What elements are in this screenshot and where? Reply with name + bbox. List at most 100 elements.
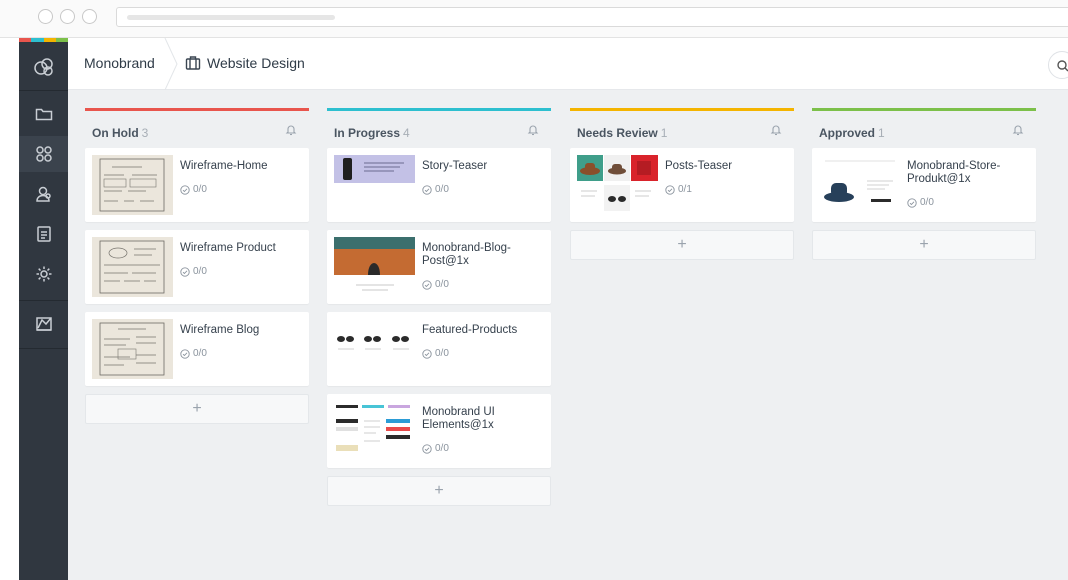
sidebar-item-reports[interactable] <box>19 306 68 342</box>
column-on-hold: On Hold 3 Wireframe-Home 0/0 Wireframe Pr… <box>85 108 309 424</box>
sidebar-divider <box>19 300 68 301</box>
sidebar-item-team[interactable] <box>19 176 68 212</box>
column-header: Needs Review 1 <box>570 108 794 148</box>
tasks-icon <box>36 226 51 242</box>
card-checklist: 0/0 <box>422 184 449 195</box>
bell-icon[interactable] <box>770 124 782 136</box>
window-maximize-button[interactable] <box>82 9 97 24</box>
check-circle-icon <box>422 184 432 195</box>
column-count: 4 <box>403 126 410 140</box>
boards-grid-icon <box>35 146 52 162</box>
add-card-button[interactable]: + <box>570 230 794 260</box>
briefcase-icon <box>185 56 201 70</box>
users-icon <box>35 186 51 202</box>
check-circle-icon <box>180 266 190 277</box>
blog-post-thumbnail <box>334 237 415 297</box>
sidebar-item-settings[interactable] <box>19 256 68 292</box>
sidebar-item-projects[interactable] <box>19 96 68 132</box>
address-bar-placeholder <box>127 15 335 20</box>
card-title: Wireframe Blog <box>180 324 260 336</box>
posts-teaser-thumbnail <box>577 155 658 215</box>
column-title: Approved 1 <box>819 126 885 140</box>
task-card[interactable]: Monobrand UI Elements@1x 0/0 <box>327 394 551 468</box>
gear-icon <box>36 266 51 282</box>
card-title: Wireframe-Home <box>180 160 268 172</box>
task-card[interactable]: Posts-Teaser 0/1 <box>570 148 794 222</box>
folder-icon <box>35 108 52 121</box>
check-circle-icon <box>180 184 190 195</box>
card-checklist: 0/0 <box>907 197 934 208</box>
address-bar[interactable] <box>116 7 1068 27</box>
task-card[interactable]: Monobrand-Store-Produkt@1x 0/0 <box>812 148 1036 222</box>
card-checklist: 0/0 <box>180 348 207 359</box>
window-minimize-button[interactable] <box>60 9 75 24</box>
check-circle-icon <box>907 197 917 208</box>
sidebar <box>19 38 68 580</box>
task-card[interactable]: Story-Teaser 0/0 <box>327 148 551 222</box>
column-title: On Hold 3 <box>92 126 149 140</box>
column-title: In Progress 4 <box>334 126 410 140</box>
card-title: Posts-Teaser <box>665 160 733 172</box>
card-checklist: 0/0 <box>422 443 449 454</box>
add-card-button[interactable]: + <box>85 394 309 424</box>
check-circle-icon <box>422 279 432 290</box>
reports-icon <box>35 317 52 331</box>
check-circle-icon <box>422 348 432 359</box>
bell-icon[interactable] <box>527 124 539 136</box>
card-title: Monobrand UI Elements@1x <box>422 406 495 431</box>
column-header: In Progress 4 <box>327 108 551 148</box>
add-card-button[interactable]: + <box>812 230 1036 260</box>
sketch-thumbnail <box>92 237 173 297</box>
column-header: Approved 1 <box>812 108 1036 148</box>
sketch-thumbnail <box>92 155 173 215</box>
sidebar-item-tasks[interactable] <box>19 216 68 252</box>
sidebar-accent-bar <box>19 38 68 42</box>
sidebar-divider <box>19 348 68 349</box>
column-title: Needs Review 1 <box>577 126 668 140</box>
top-header: Monobrand Website Design <box>68 38 1068 90</box>
column-needs-review: Needs Review 1 Posts-Teaser 0/1 + <box>570 108 794 260</box>
column-header: On Hold 3 <box>85 108 309 148</box>
search-icon <box>1057 60 1068 72</box>
story-teaser-thumbnail <box>334 155 415 183</box>
task-card[interactable]: Monobrand-Blog-Post@1x 0/0 <box>327 230 551 304</box>
column-count: 1 <box>878 126 885 140</box>
featured-products-thumbnail <box>334 319 415 379</box>
card-title: Monobrand-Blog-Post@1x <box>422 242 511 267</box>
breadcrumb-project[interactable]: Website Design <box>207 55 305 71</box>
task-card[interactable]: Wireframe-Home 0/0 <box>85 148 309 222</box>
sidebar-item-boards[interactable] <box>19 136 68 172</box>
check-circle-icon <box>422 443 432 454</box>
bell-icon[interactable] <box>285 124 297 136</box>
card-title: Story-Teaser <box>422 160 488 172</box>
check-circle-icon <box>180 348 190 359</box>
browser-chrome <box>0 0 1068 38</box>
column-count: 3 <box>141 126 149 140</box>
store-product-thumbnail <box>819 155 900 215</box>
card-checklist: 0/0 <box>180 266 207 277</box>
card-title: Featured-Products <box>422 324 518 336</box>
card-checklist: 0/0 <box>422 348 449 359</box>
kanban-board: On Hold 3 Wireframe-Home 0/0 Wireframe Pr… <box>68 90 1068 580</box>
breadcrumb-workspace[interactable]: Monobrand <box>84 55 155 71</box>
brand-logo-icon[interactable] <box>19 44 68 90</box>
add-card-button[interactable]: + <box>327 476 551 506</box>
search-button[interactable] <box>1048 51 1068 79</box>
ui-elements-thumbnail <box>334 401 415 461</box>
task-card[interactable]: Wireframe Product 0/0 <box>85 230 309 304</box>
column-in-progress: In Progress 4 Story-Teaser 0/0 Monobrand-… <box>327 108 551 506</box>
task-card[interactable]: Featured-Products 0/0 <box>327 312 551 386</box>
card-title: Monobrand-Store-Produkt@1x <box>907 160 1001 185</box>
sidebar-divider <box>19 90 68 91</box>
task-card[interactable]: Wireframe Blog 0/0 <box>85 312 309 386</box>
check-circle-icon <box>665 184 675 195</box>
card-checklist: 0/1 <box>665 184 692 195</box>
card-checklist: 0/0 <box>422 279 449 290</box>
card-title: Wireframe Product <box>180 242 276 254</box>
sketch-thumbnail <box>92 319 173 379</box>
breadcrumb-separator-icon <box>164 38 178 90</box>
column-approved: Approved 1 Monobrand-Store-Produkt@1x 0/0… <box>812 108 1036 260</box>
bell-icon[interactable] <box>1012 124 1024 136</box>
window-close-button[interactable] <box>38 9 53 24</box>
column-count: 1 <box>660 126 668 140</box>
